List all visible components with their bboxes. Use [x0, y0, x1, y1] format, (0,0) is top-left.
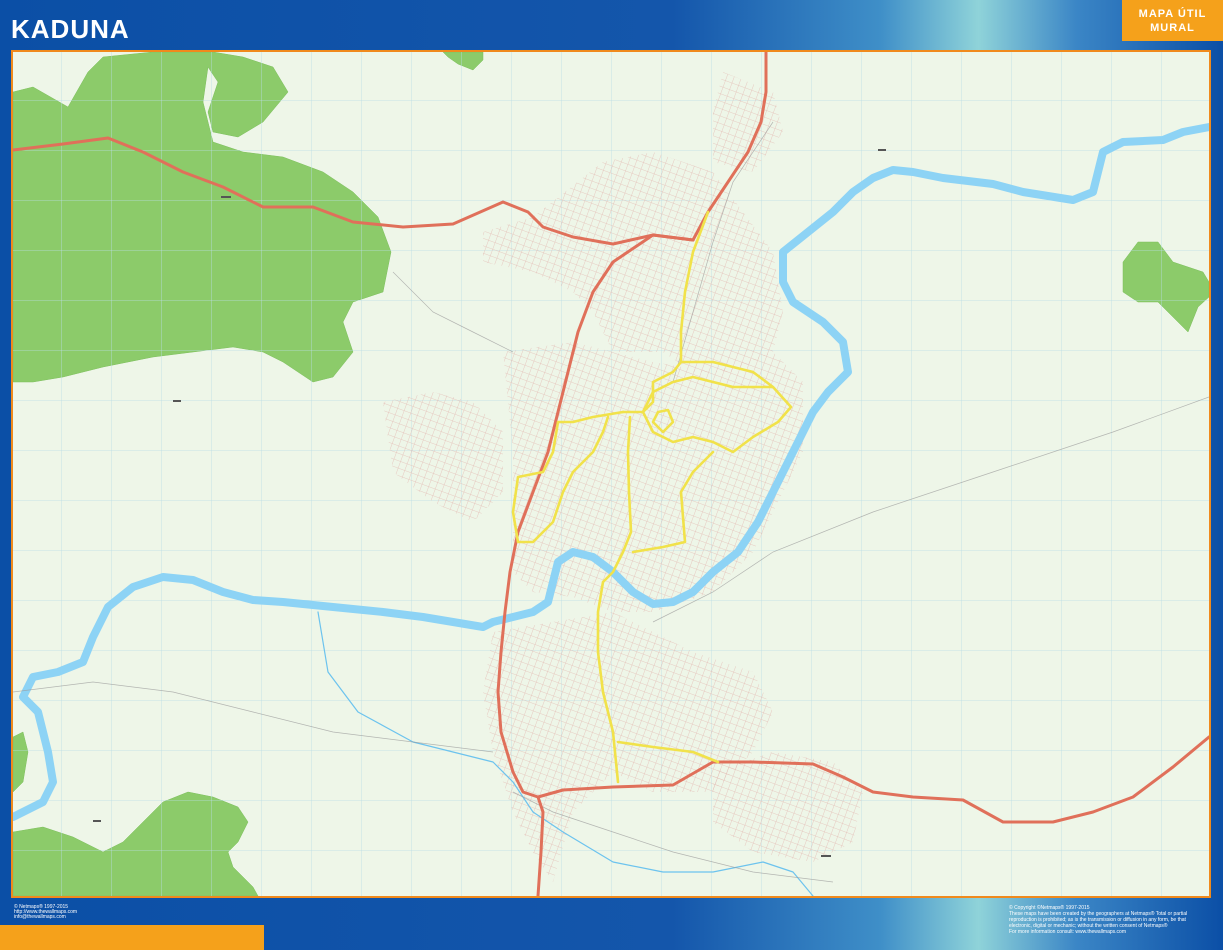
map-frame[interactable] — [11, 50, 1211, 898]
place-marker — [821, 855, 831, 857]
header-bar: KADUNA MAPA ÚTIL MURAL — [0, 0, 1223, 50]
place-marker — [878, 149, 886, 151]
place-marker — [221, 196, 231, 198]
legal-line-5: For more information consult: www.thewal… — [1009, 929, 1126, 935]
place-marker — [93, 820, 101, 822]
footer-legal: © Copyright ©Netmaps® 1997-2015 These ma… — [1009, 905, 1214, 935]
footer-orange-strip — [0, 925, 264, 950]
footer-credits: © Netmaps® 1997-2015 http://www.thewallm… — [14, 905, 77, 920]
map-title: KADUNA — [11, 14, 130, 44]
mapa-util-badge: MAPA ÚTIL MURAL — [1122, 0, 1223, 41]
place-marker — [173, 400, 181, 402]
badge-line-1: MAPA ÚTIL — [1138, 7, 1207, 20]
city-map[interactable] — [13, 52, 1209, 896]
footer-email: info@thewallmaps.com — [14, 914, 66, 920]
badge-line-2: MURAL — [1150, 21, 1195, 34]
